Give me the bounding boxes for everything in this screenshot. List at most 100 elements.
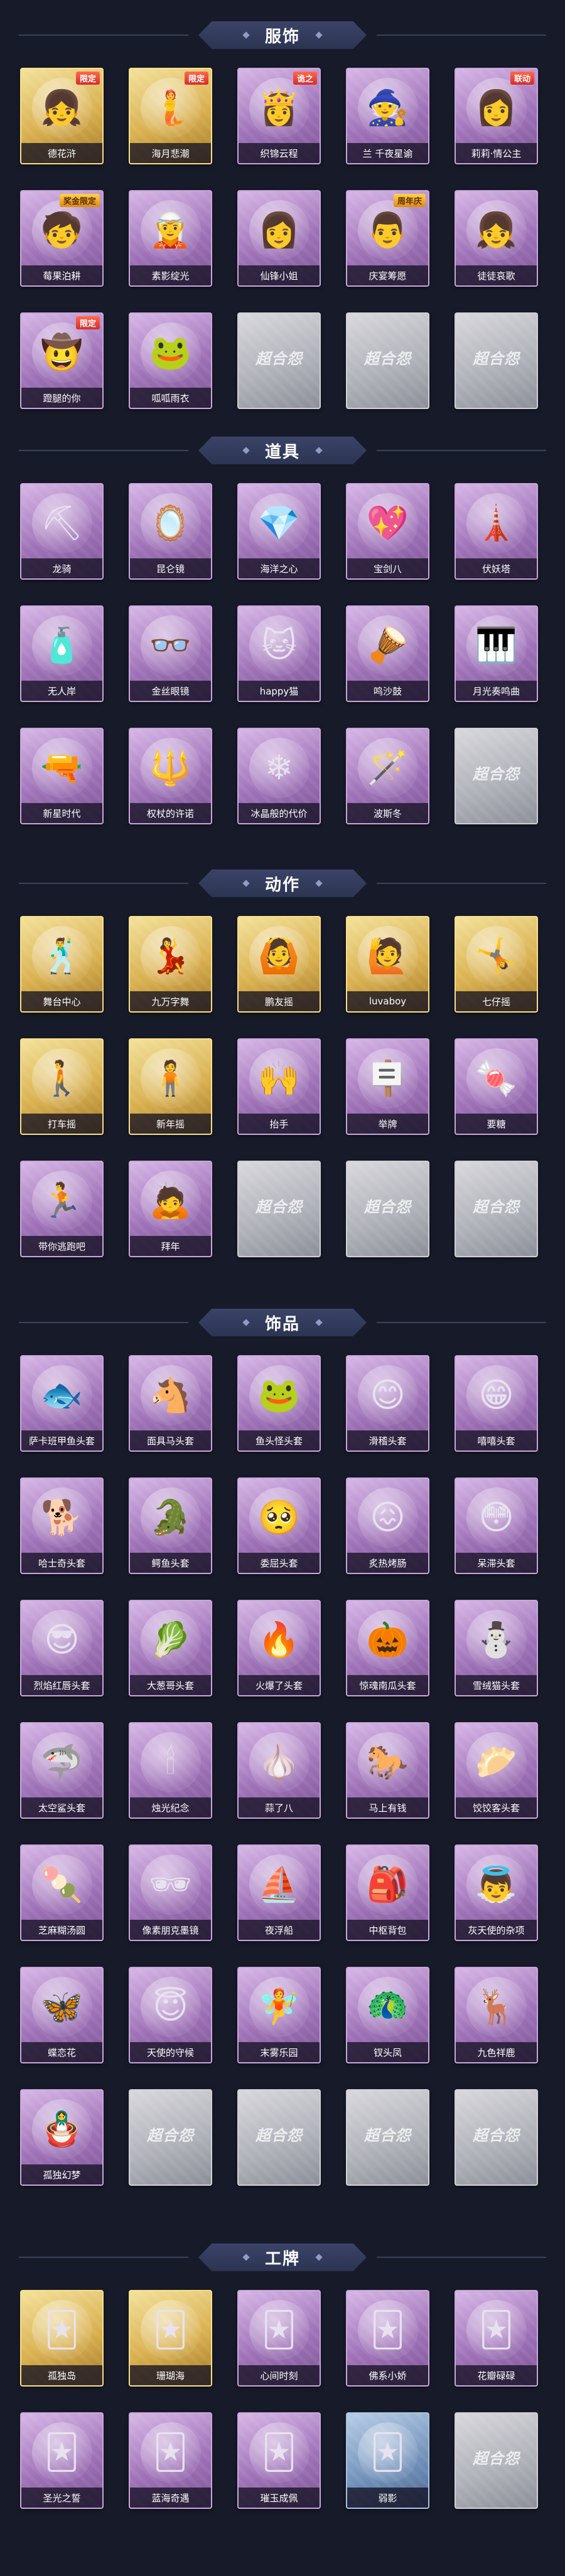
item-label-bar: 海月悲潮	[130, 143, 211, 163]
item-label: 冰晶般的代价	[250, 807, 308, 819]
diamond-icon	[242, 31, 250, 39]
item-card[interactable]: 🧴 无人岸	[20, 605, 104, 702]
item-card[interactable]: 🤠 限定 蹬腿的你	[20, 312, 104, 409]
item-card[interactable]: 🪄 波斯冬	[346, 728, 429, 824]
item-label: 烈焰红唇头套	[33, 1679, 90, 1691]
item-card[interactable]: 😳 呆滞头套	[455, 1477, 538, 1574]
item-card[interactable]: 🔱 权杖的许诺	[129, 728, 212, 824]
item-card[interactable]: 🃏 蓝海奇遇	[129, 2412, 212, 2509]
item-card[interactable]: 🎒 中枢背包	[346, 1844, 429, 1941]
item-card[interactable]: 🙆 鹏友摇	[237, 916, 321, 1013]
item-card[interactable]: 🕶 像素朋克墨镜	[129, 1844, 212, 1941]
item-card[interactable]: 🃏 璀玉成佩	[237, 2412, 321, 2509]
item-card[interactable]: 😁 嘻嘻头套	[455, 1355, 538, 1452]
item-card[interactable]: ⛏ 龙骑	[20, 483, 104, 580]
item-card[interactable]: 🏃 带你逃跑吧	[20, 1161, 104, 1257]
diamond-icon	[315, 447, 323, 454]
item-card[interactable]: 🧜 限定 海月悲潮	[129, 68, 212, 164]
item-card[interactable]: 🃏 佛系小娇	[346, 2290, 429, 2387]
money-horse-icon: 🐎	[357, 1732, 418, 1792]
item-card[interactable]: 👓 金丝眼镜	[129, 605, 212, 702]
item-card[interactable]: 🪘 鸣沙鼓	[346, 605, 429, 702]
item-card[interactable]: 🃏 圣光之誓	[20, 2412, 104, 2509]
item-card[interactable]: 🧝 素影绽光	[129, 190, 212, 287]
item-card[interactable]: 🦋 蝶恋花	[20, 1967, 104, 2063]
item-label: 灰天使的杂项	[468, 1924, 525, 1936]
item-card[interactable]: 🪆 孤独幻梦	[20, 2089, 104, 2186]
item-card[interactable]: 🗼 伏妖塔	[455, 483, 538, 580]
phoenix-icon: 🦚	[357, 1977, 418, 2037]
item-card[interactable]: 💃 九万字舞	[129, 916, 212, 1013]
item-card[interactable]: 🧚 末雾乐园	[237, 1967, 321, 2063]
item-card[interactable]: ⛵ 夜浮船	[237, 1844, 321, 1941]
item-card[interactable]: 🧍 新年摇	[129, 1038, 212, 1135]
item-card[interactable]: 🔫 新星时代	[20, 728, 104, 824]
item-card[interactable]: 👨 周年庆 庆宴筹愿	[346, 190, 429, 287]
item-label: 鹏友摇	[264, 996, 293, 1008]
item-card[interactable]: 🐟 萨卡班甲鱼头套	[20, 1355, 104, 1452]
item-card[interactable]: 🕯 烛光纪念	[129, 1722, 212, 1819]
item-card[interactable]: 🪧 举牌	[346, 1038, 429, 1135]
item-card[interactable]: 🃏 花瓣碌碌	[455, 2290, 538, 2387]
divider-line	[19, 883, 188, 884]
item-card[interactable]: 🥺 委屈头套	[237, 1477, 321, 1574]
item-card[interactable]: 🧙 兰 千夜星谕	[346, 68, 429, 164]
item-card[interactable]: 🎹 月光奏鸣曲	[455, 605, 538, 702]
item-card[interactable]: 🧒 奖金限定 莓果泊耕	[20, 190, 104, 287]
item-label-bar: 圣光之誓	[21, 2488, 102, 2508]
item-card[interactable]: 🃏 孤独岛	[20, 2290, 104, 2387]
item-card[interactable]: 🧄 蒜了八	[237, 1722, 321, 1819]
item-card[interactable]: 🃏 心间时刻	[237, 2290, 321, 2387]
item-card[interactable]: 🚶 打车摇	[20, 1038, 104, 1135]
diamond-icon	[242, 880, 250, 887]
item-card[interactable]: 👩 联动 莉莉·情公主	[455, 68, 538, 164]
item-card[interactable]: 🤸 七仔摇	[455, 916, 538, 1013]
item-card[interactable]: 🎃 惊魂南瓜头套	[346, 1600, 429, 1696]
item-card[interactable]: 🐸 鱼头怪头套	[237, 1355, 321, 1452]
item-card[interactable]: 😖 炙热烤肠	[346, 1477, 429, 1574]
item-card[interactable]: 🔥 火爆了头套	[237, 1600, 321, 1696]
item-card[interactable]: 🐕 哈士奇头套	[20, 1477, 104, 1574]
item-card[interactable]: ⛄ 雪绒猫头套	[455, 1600, 538, 1696]
item-card[interactable]: 🙋 luvaboy	[346, 916, 429, 1013]
item-label: 新星时代	[43, 807, 81, 819]
item-card[interactable]: 🃏 弱影	[346, 2412, 429, 2509]
item-card[interactable]: 😇 天使的守候	[129, 1967, 212, 2063]
item-card[interactable]: ❄ 冰晶般的代价	[237, 728, 321, 824]
item-card[interactable]: 🐎 马上有钱	[346, 1722, 429, 1819]
item-label-bar: 昆仑镜	[130, 558, 211, 578]
item-card[interactable]: 💎 海洋之心	[237, 483, 321, 580]
item-card[interactable]: 👩 仙锋小姐	[237, 190, 321, 287]
item-card[interactable]: 🐸 呱呱雨衣	[129, 312, 212, 409]
item-card[interactable]: 💖 宝剑八	[346, 483, 429, 580]
item-label: 海洋之心	[260, 563, 298, 575]
item-card[interactable]: 🦚 钗头凤	[346, 1967, 429, 2063]
item-card[interactable]: 🙌 抬手	[237, 1038, 321, 1135]
item-card[interactable]: 🐱 happy猫	[237, 605, 321, 702]
item-card[interactable]: 🦌 九色祥鹿	[455, 1967, 538, 2063]
sad-face-icon: 🥺	[249, 1488, 309, 1548]
item-card[interactable]: 🐴 面具马头套	[129, 1355, 212, 1452]
item-card[interactable]: 🪞 昆仑镜	[129, 483, 212, 580]
item-label: 抬手	[269, 1118, 289, 1130]
item-label-bar: 九万字舞	[130, 991, 211, 1011]
item-card[interactable]: 😊 滑稽头套	[346, 1355, 429, 1452]
item-card[interactable]: 🐊 鳄鱼头套	[129, 1477, 212, 1574]
item-card[interactable]: 👸 诡之 织锦云程	[237, 68, 321, 164]
item-card[interactable]: 🙇 拜年	[129, 1161, 212, 1257]
limited-tag: 诡之	[293, 72, 317, 85]
item-card[interactable]: 👧 徒徒哀歌	[455, 190, 538, 287]
divider-line	[377, 883, 546, 884]
item-card[interactable]: 🥟 饺饺客头套	[455, 1722, 538, 1819]
item-card[interactable]: 🍬 要糖	[455, 1038, 538, 1135]
item-card[interactable]: 😎 烈焰红唇头套	[20, 1600, 104, 1696]
item-label-bar: 花瓣碌碌	[456, 2365, 537, 2385]
item-card[interactable]: 👧 限定 德花浒	[20, 68, 104, 164]
item-card[interactable]: 🦈 太空鲨头套	[20, 1722, 104, 1819]
item-card[interactable]: 🥬 大葱哥头套	[129, 1600, 212, 1696]
item-label: happy猫	[259, 685, 299, 697]
item-card[interactable]: 🍡 芝麻糊汤圆	[20, 1844, 104, 1941]
item-card[interactable]: 🃏 珊瑚海	[129, 2290, 212, 2387]
item-card[interactable]: 👼 灰天使的杂项	[455, 1844, 538, 1941]
item-card[interactable]: 🕺 舞台中心	[20, 916, 104, 1013]
